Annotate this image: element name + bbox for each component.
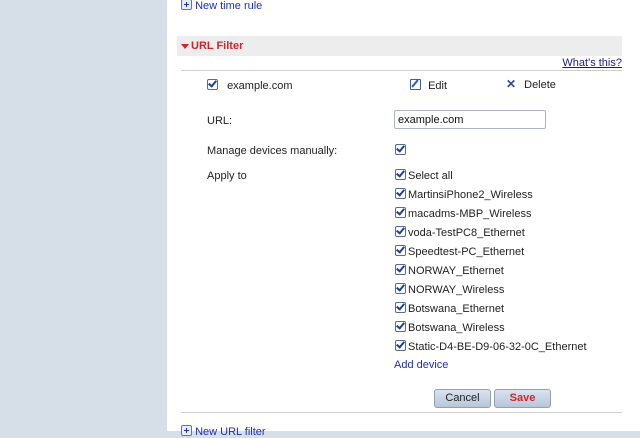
- device-label: Static-D4-BE-D9-06-32-0C_Ethernet: [408, 341, 587, 353]
- device-label: Select all: [408, 170, 453, 182]
- left-sidebar: [0, 0, 167, 431]
- device-item[interactable]: Static-D4-BE-D9-06-32-0C_Ethernet: [395, 340, 587, 359]
- device-checkbox[interactable]: [395, 207, 406, 218]
- device-label: NORWAY_Wireless: [408, 284, 505, 296]
- device-checkbox[interactable]: [395, 188, 406, 199]
- new-url-filter-link[interactable]: New URL filter: [181, 425, 266, 438]
- device-label: Speedtest-PC_Ethernet: [408, 246, 525, 258]
- rule-enabled-checkbox[interactable]: [207, 79, 218, 90]
- device-item[interactable]: NORWAY_Wireless: [395, 283, 587, 302]
- device-checkbox[interactable]: [395, 302, 406, 313]
- close-icon: ✕: [506, 77, 517, 91]
- device-item[interactable]: NORWAY_Ethernet: [395, 264, 587, 283]
- rule-name: example.com: [227, 80, 293, 92]
- device-checkbox[interactable]: [395, 321, 406, 332]
- device-label: macadms-MBP_Wireless: [408, 208, 532, 220]
- device-label: MartinsiPhone2_Wireless: [408, 189, 533, 201]
- collapse-triangle-icon[interactable]: [181, 44, 189, 49]
- new-time-rule-link[interactable]: New time rule: [181, 0, 262, 12]
- edit-button[interactable]: Edit: [410, 79, 447, 92]
- url-input[interactable]: [394, 110, 546, 129]
- new-time-rule-label: New time rule: [195, 0, 263, 12]
- manage-devices-label: Manage devices manually:: [207, 145, 338, 157]
- device-label: Botswana_Wireless: [408, 322, 505, 334]
- plus-icon: [181, 0, 192, 10]
- device-list: Select all MartinsiPhone2_Wireless macad…: [395, 169, 587, 359]
- edit-label: Edit: [428, 80, 448, 92]
- url-filter-header[interactable]: [177, 36, 622, 56]
- pencil-icon: [410, 79, 421, 90]
- device-item-select-all[interactable]: Select all: [395, 169, 587, 188]
- divider: [181, 412, 622, 413]
- device-checkbox[interactable]: [395, 283, 406, 294]
- device-item[interactable]: Botswana_Wireless: [395, 321, 587, 340]
- add-device-link[interactable]: Add device: [394, 359, 448, 371]
- device-checkbox[interactable]: [395, 245, 406, 256]
- manage-devices-checkbox[interactable]: [395, 144, 406, 155]
- device-checkbox[interactable]: [395, 169, 406, 180]
- device-item[interactable]: Botswana_Ethernet: [395, 302, 587, 321]
- device-item[interactable]: macadms-MBP_Wireless: [395, 207, 587, 226]
- url-label: URL:: [207, 115, 233, 127]
- divider: [181, 70, 622, 71]
- section-title: URL Filter: [191, 40, 244, 52]
- device-checkbox[interactable]: [395, 340, 406, 351]
- apply-to-label: Apply to: [207, 170, 247, 182]
- device-checkbox[interactable]: [395, 226, 406, 237]
- device-label: Botswana_Ethernet: [408, 303, 505, 315]
- device-label: voda-TestPC8_Ethernet: [408, 227, 525, 239]
- delete-button[interactable]: ✕ Delete: [506, 77, 556, 91]
- rule-row: example.com: [207, 79, 292, 92]
- cancel-button[interactable]: Cancel: [434, 389, 491, 408]
- device-checkbox[interactable]: [395, 264, 406, 275]
- device-item[interactable]: MartinsiPhone2_Wireless: [395, 188, 587, 207]
- whats-this-link[interactable]: What's this?: [562, 57, 622, 69]
- delete-label: Delete: [524, 79, 556, 91]
- new-url-filter-label: New URL filter: [195, 426, 266, 438]
- device-label: NORWAY_Ethernet: [408, 265, 504, 277]
- device-item[interactable]: voda-TestPC8_Ethernet: [395, 226, 587, 245]
- device-item[interactable]: Speedtest-PC_Ethernet: [395, 245, 587, 264]
- save-button[interactable]: Save: [494, 389, 551, 408]
